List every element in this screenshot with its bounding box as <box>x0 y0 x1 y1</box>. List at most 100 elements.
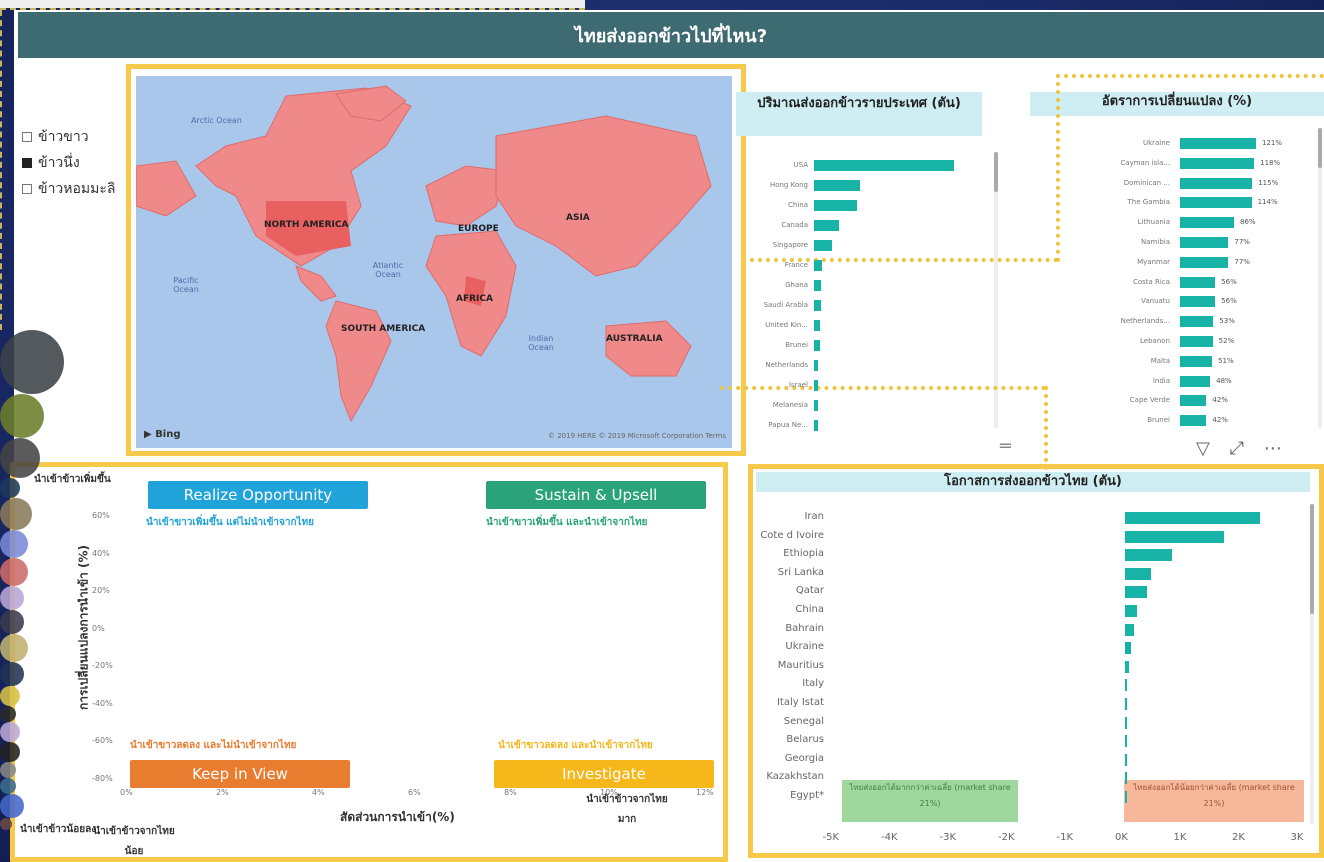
y-tick-label: -20% <box>92 661 113 670</box>
bar <box>1180 355 1213 367</box>
change-scrollbar[interactable] <box>1318 128 1322 428</box>
scatter-bubble[interactable] <box>0 686 20 706</box>
bar-value-label: 53% <box>1219 317 1235 326</box>
map-highlight-frame <box>126 64 746 456</box>
y-tick-label: -40% <box>92 698 113 708</box>
bar-label: China <box>788 201 808 209</box>
bar <box>1180 138 1256 149</box>
bar <box>1125 549 1172 562</box>
scatter-bubble[interactable] <box>0 706 16 722</box>
bar <box>1125 586 1148 599</box>
scatter-bubble[interactable] <box>0 330 64 394</box>
bar-label: USA <box>793 161 809 169</box>
scatter-bubble[interactable] <box>0 722 20 742</box>
scatter-bubble[interactable] <box>0 558 28 586</box>
bar-label: Bahrain <box>785 622 824 634</box>
bar <box>814 260 823 271</box>
bar-label: The Gambia <box>1127 198 1170 207</box>
drag-handle-icon[interactable]: ═ <box>1000 436 1011 457</box>
dotted-frame-line <box>1044 386 1048 470</box>
bar <box>1180 197 1252 209</box>
bar-value-label: 42% <box>1212 396 1228 405</box>
bar <box>1180 336 1213 347</box>
scatter-bubble[interactable] <box>0 778 16 794</box>
bar-value-label: 115% <box>1258 178 1279 187</box>
scatter-bubble[interactable] <box>0 762 16 778</box>
legend-item-jasmine-rice[interactable]: ข้าวหอมมะลิ <box>22 176 116 202</box>
dotted-frame-line <box>1056 74 1060 262</box>
bar-value-label: 52% <box>1218 337 1235 345</box>
bar <box>1125 698 1127 710</box>
bar <box>1125 567 1152 580</box>
bar-label: Sri Lanka <box>777 566 824 578</box>
visual-header-icons: ▽ ⤢ ⋯ <box>1196 438 1282 459</box>
bar <box>1125 660 1129 673</box>
bar <box>1180 237 1229 248</box>
y-tick-label: 0% <box>92 623 105 633</box>
scatter-bubble[interactable] <box>0 438 40 478</box>
change-chart-title: อัตราการเปลี่ยนแปลง (%) <box>1030 92 1324 116</box>
bar <box>814 280 821 291</box>
bar <box>814 240 833 251</box>
scatter-bubble[interactable] <box>0 818 12 830</box>
scatter-bubble[interactable] <box>0 530 28 558</box>
bar-label: Singapore <box>772 241 808 249</box>
bar <box>1180 316 1214 328</box>
bar-label: Senegal <box>783 715 824 727</box>
bar-value-label: 42% <box>1212 416 1228 425</box>
scatter-bubble[interactable] <box>0 634 28 662</box>
bar-label: Kazakhstan <box>766 771 824 783</box>
volume-chart-title: ปริมาณส่งออกข้าวรายประเทศ (ตัน) <box>736 92 982 136</box>
bar-label: Dominican ... <box>1123 178 1170 187</box>
bar <box>1180 157 1255 169</box>
bar-value-label: 48% <box>1216 376 1232 385</box>
bar-label: Melanesia <box>772 401 808 409</box>
x-tick-label: 12% <box>696 788 714 797</box>
bar-label: Lebanon <box>1140 337 1170 345</box>
bar-label: Ukraine <box>1142 139 1170 147</box>
bar <box>1125 623 1134 636</box>
x-tick-label: 0% <box>120 788 133 797</box>
bar <box>1125 772 1127 785</box>
checkbox-icon <box>22 184 32 194</box>
bar-label: Malta <box>1150 356 1170 365</box>
bar <box>814 380 819 391</box>
legend-item-white-rice[interactable]: ข้าวขาว <box>22 124 116 150</box>
threshold-line <box>0 10 2 330</box>
bar-label: India <box>1152 376 1170 385</box>
scatter-bubble[interactable] <box>0 478 20 498</box>
bar <box>814 300 821 311</box>
scatter-bubble[interactable] <box>0 394 44 438</box>
bar-label: Iran <box>804 511 824 522</box>
focus-mode-icon[interactable]: ⤢ <box>1230 438 1244 459</box>
volume-scroll-thumb[interactable] <box>994 152 998 192</box>
x-tick-label: 6% <box>408 788 421 797</box>
bar-label: China <box>795 604 824 615</box>
x-tick-label: -4K <box>881 832 898 843</box>
scatter-bubble[interactable] <box>0 498 32 530</box>
bar <box>1180 375 1211 387</box>
bar-value-label: 77% <box>1234 238 1250 246</box>
change-scroll-thumb[interactable] <box>1318 128 1322 168</box>
bar-label: Belarus <box>786 734 824 746</box>
bar-label: Italy Istat <box>776 697 824 708</box>
bar-value-label: 118% <box>1260 158 1281 167</box>
bar <box>1180 395 1207 407</box>
bar <box>814 400 818 411</box>
y-tick-label: 60% <box>92 511 110 520</box>
scatter-bubble[interactable] <box>0 662 24 686</box>
scatter-bubble[interactable] <box>0 586 24 610</box>
scatter-bubble[interactable] <box>0 610 24 634</box>
y-tick-label: -80% <box>92 773 113 783</box>
bar-value-label: 77% <box>1234 257 1250 266</box>
y-tick-label: 20% <box>92 586 110 595</box>
scatter-bubble[interactable] <box>0 794 24 818</box>
bar <box>814 320 820 331</box>
bar-value-label: 114% <box>1257 198 1278 207</box>
legend-item-parboiled-rice[interactable]: ข้าวนึ่ง <box>22 150 116 176</box>
scatter-highlight-frame <box>10 462 728 862</box>
bar-label: Egypt* <box>790 790 824 801</box>
more-options-icon[interactable]: ⋯ <box>1264 438 1282 459</box>
filter-icon[interactable]: ▽ <box>1196 438 1210 459</box>
scatter-bubble[interactable] <box>0 742 20 762</box>
